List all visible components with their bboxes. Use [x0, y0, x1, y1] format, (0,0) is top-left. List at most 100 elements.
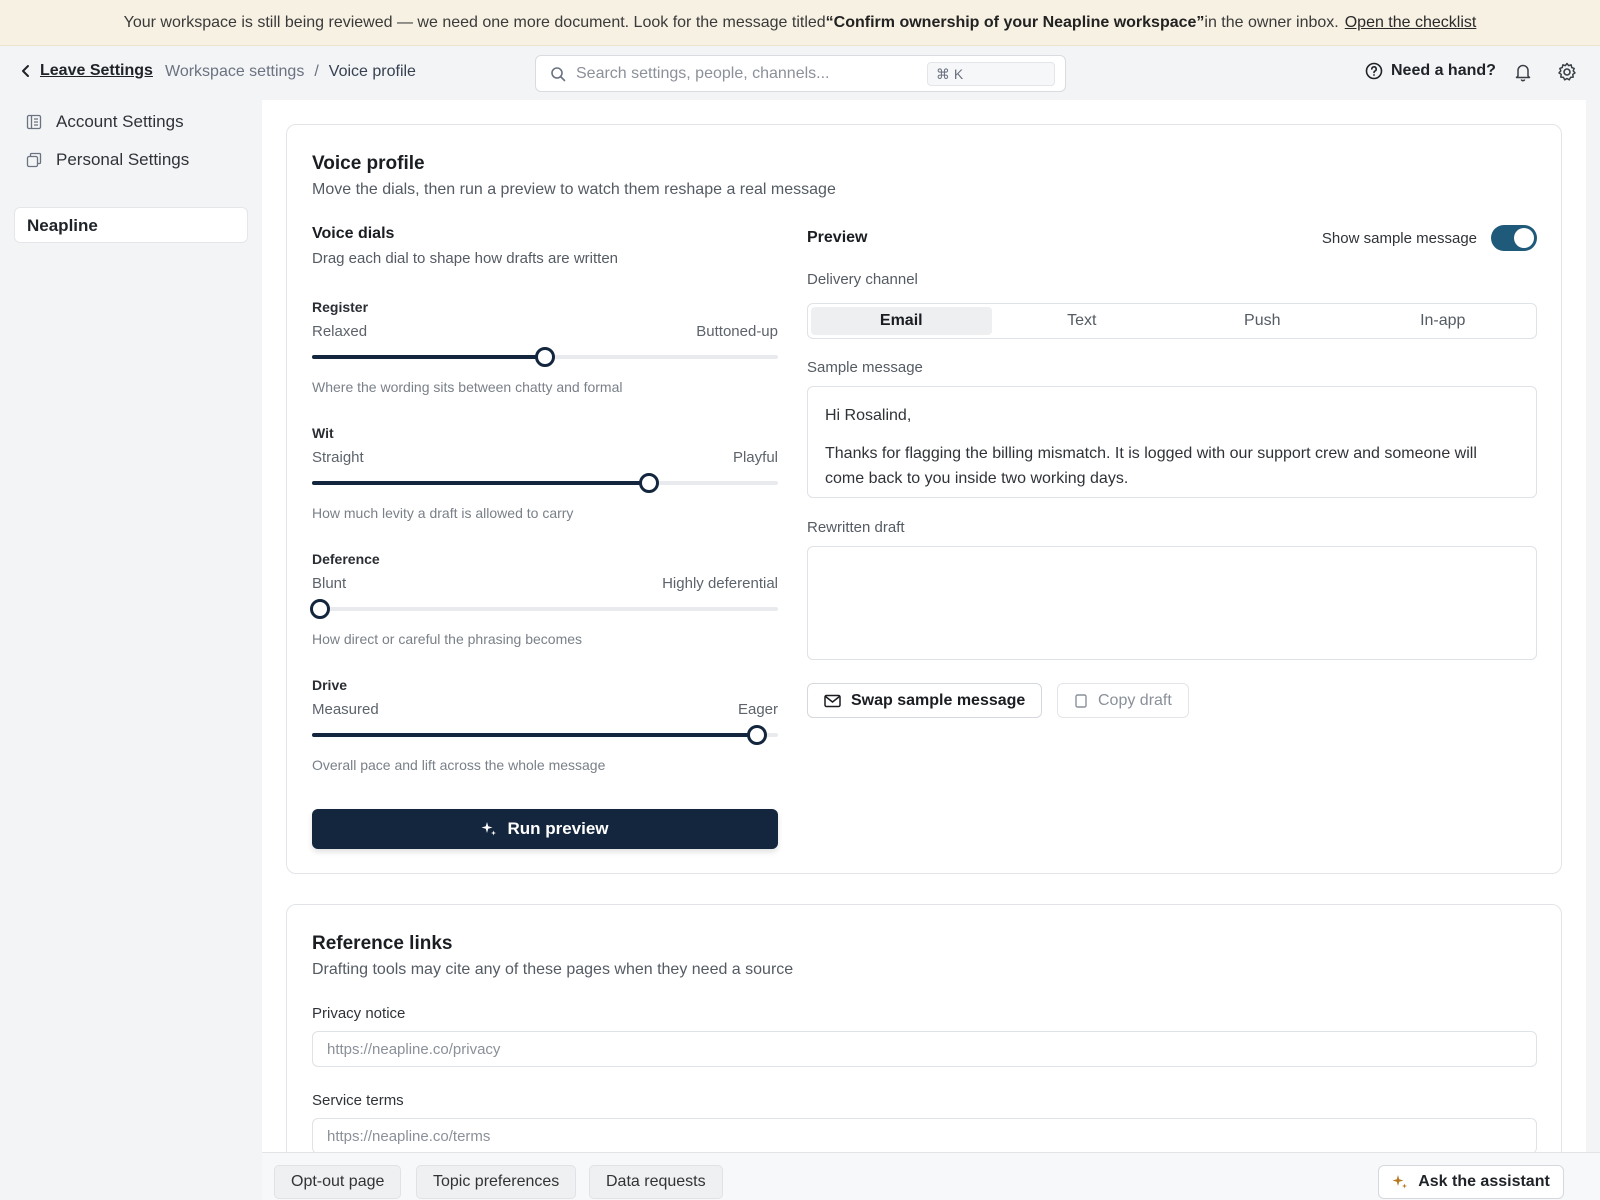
workspace-item-neapline[interactable]: Neapline: [14, 207, 248, 243]
dial-max-label: Highly deferential: [662, 575, 778, 592]
sample-body: Thanks for flagging the billing mismatch…: [825, 445, 1477, 487]
channel-email[interactable]: Email: [811, 307, 992, 335]
service-terms-input[interactable]: [312, 1118, 1537, 1152]
sample-toggle-row: Show sample message: [1322, 225, 1537, 251]
channel-in-app[interactable]: In-app: [1353, 307, 1534, 335]
search-shortcut: ⌘ K: [927, 62, 1055, 86]
help-button[interactable]: Need a hand?: [1365, 62, 1496, 80]
account-settings-icon: [26, 114, 42, 130]
swap-sample-button[interactable]: Swap sample message: [807, 683, 1043, 718]
copy-draft-label: Copy draft: [1098, 691, 1172, 709]
slider-fill: [312, 355, 545, 359]
leave-settings-button[interactable]: Leave Settings: [20, 62, 153, 80]
search-box[interactable]: ⌘ K: [535, 55, 1066, 92]
notifications-button[interactable]: [1514, 62, 1532, 86]
slider-thumb[interactable]: [309, 599, 330, 619]
privacy-notice-input[interactable]: [312, 1031, 1537, 1067]
search-input[interactable]: [576, 64, 916, 83]
slider-thumb[interactable]: [746, 725, 767, 745]
channel-text[interactable]: Text: [992, 307, 1173, 335]
drive-slider[interactable]: [312, 725, 778, 745]
slider-fill: [312, 733, 757, 737]
bell-icon: [1515, 64, 1531, 82]
banner-text: Your workspace is still being reviewed —…: [123, 13, 826, 31]
dial-max-label: Eager: [737, 701, 778, 718]
dial-max-label: Playful: [732, 449, 778, 466]
dial-description: Where the wording sits between chatty an…: [312, 379, 623, 395]
help-circle-icon: [1365, 62, 1383, 80]
sample-greeting: Hi Rosalind,: [825, 407, 912, 424]
dials-subtitle: Drag each dial to shape how drafts are w…: [312, 250, 618, 267]
sidebar-item-personal-settings[interactable]: Personal Settings: [26, 150, 189, 170]
section-title: Voice profile: [312, 153, 425, 174]
ask-assistant-button[interactable]: Ask the assistant: [1378, 1165, 1564, 1199]
breadcrumb-current: Voice profile: [328, 63, 416, 80]
banner-text-after: in the owner inbox.: [1204, 13, 1339, 31]
run-preview-button[interactable]: Run preview: [312, 809, 778, 849]
toggle-label: Show sample message: [1321, 229, 1477, 247]
top-bar: Leave Settings Workspace settings / Voic…: [0, 46, 1600, 100]
deference-slider[interactable]: [309, 599, 778, 619]
dial-min-label: Relaxed: [312, 323, 368, 340]
copy-draft-button[interactable]: Copy draft: [1057, 683, 1189, 718]
channel-label: Delivery channel: [807, 271, 918, 288]
personal-settings-icon: [26, 152, 42, 168]
dials-title: Voice dials: [312, 225, 395, 242]
sidebar-item-account-settings[interactable]: Account Settings: [26, 112, 184, 132]
ask-assistant-label: Ask the assistant: [1418, 1173, 1550, 1190]
wit-slider[interactable]: [312, 473, 778, 493]
open-checklist-link[interactable]: Open the checklist: [1345, 14, 1477, 32]
channel-selector: Email Text Push In-app: [807, 303, 1537, 339]
sidebar-item-label: Account Settings: [56, 112, 184, 131]
settings-button[interactable]: [1557, 62, 1577, 86]
data-requests-chip[interactable]: Data requests: [589, 1165, 723, 1199]
dial-name: Deference: [312, 551, 380, 567]
breadcrumb: Workspace settings / Voice profile: [165, 63, 416, 81]
dial-drive: Drive Measured Eager Overall pace and lif…: [312, 677, 778, 773]
slider-fill: [312, 481, 649, 485]
help-label: Need a hand?: [1391, 62, 1496, 79]
breadcrumb-separator: /: [314, 63, 319, 80]
section-title: Reference links: [312, 933, 453, 954]
sparkle-icon: [481, 822, 497, 836]
dial-min-label: Measured: [312, 701, 379, 718]
channel-push[interactable]: Push: [1172, 307, 1353, 335]
banner-highlight: “Confirm ownership of your Neapline work…: [825, 13, 1205, 31]
dial-wit: Wit Straight Playful How much levity a dr…: [312, 425, 778, 521]
draft-label: Rewritten draft: [807, 519, 905, 536]
main-content: Voice profile Move the dials, then run a…: [262, 100, 1586, 1152]
chevron-left-icon: [22, 65, 29, 77]
leave-settings-label: Leave Settings: [40, 62, 153, 79]
dial-name: Wit: [312, 425, 334, 441]
preview-title: Preview: [807, 229, 868, 246]
dial-max-label: Buttoned-up: [696, 323, 778, 340]
dial-name: Register: [312, 299, 369, 315]
reference-links-card: Reference links Drafting tools may cite …: [286, 904, 1562, 1152]
slider-thumb[interactable]: [535, 347, 555, 367]
dial-register: Register Relaxed Buttoned-up Where the wo…: [312, 299, 778, 395]
section-subtitle: Drafting tools may cite any of these pag…: [312, 961, 794, 978]
topic-preferences-chip[interactable]: Topic preferences: [416, 1165, 577, 1199]
breadcrumb-parent[interactable]: Workspace settings: [165, 63, 304, 81]
service-terms-label: Service terms: [312, 1092, 404, 1109]
dial-min-label: Blunt: [312, 575, 347, 592]
dial-description: Overall pace and lift across the whole m…: [312, 757, 606, 773]
slider-thumb[interactable]: [638, 473, 659, 493]
show-sample-toggle[interactable]: [1491, 225, 1537, 251]
review-banner: Your workspace is still being reviewed —…: [0, 0, 1600, 46]
dial-min-label: Straight: [312, 449, 364, 466]
run-preview-label: Run preview: [507, 819, 609, 838]
dial-description: How direct or careful the phrasing becom…: [312, 631, 583, 647]
dial-description: How much levity a draft is allowed to ca…: [312, 505, 574, 521]
opt-out-page-chip[interactable]: Opt-out page: [274, 1165, 402, 1199]
gear-icon: [1558, 62, 1576, 81]
sparkle-icon: [1392, 1175, 1408, 1189]
voice-dials: Voice dials Drag each dial to shape how …: [309, 225, 778, 773]
envelope-icon: [824, 694, 841, 707]
rewritten-draft-box[interactable]: [807, 546, 1537, 660]
bottom-bar: Opt-out page Topic preferences Data requ…: [262, 1152, 1600, 1200]
register-slider[interactable]: [312, 347, 778, 367]
sample-label: Sample message: [807, 359, 923, 376]
sample-message-box: Hi Rosalind, Thanks for flagging the bil…: [807, 386, 1537, 498]
dial-name: Drive: [312, 677, 348, 693]
